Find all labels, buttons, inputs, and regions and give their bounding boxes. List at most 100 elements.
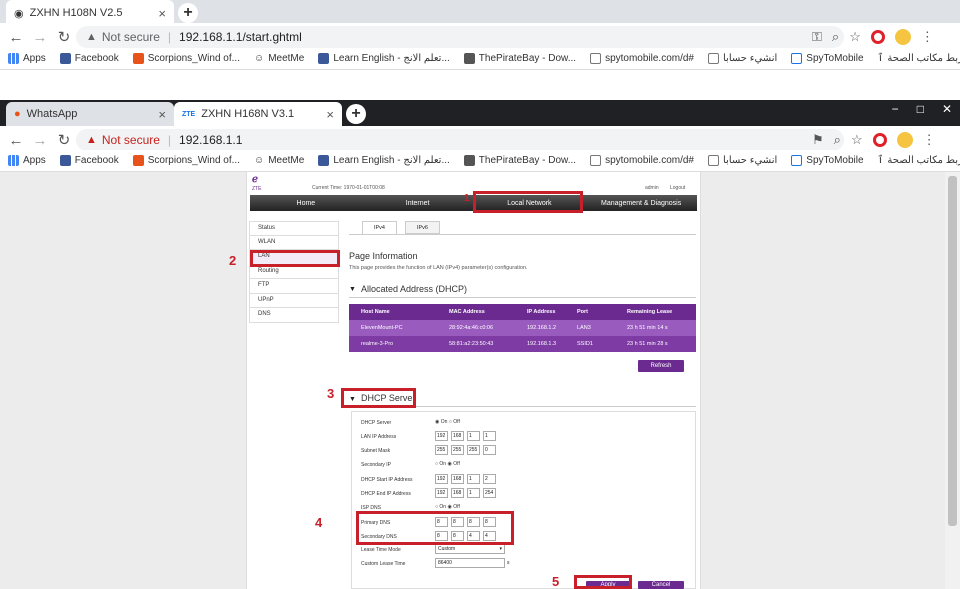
end-ip-input[interactable]: 192 168 1 254 <box>435 488 496 498</box>
close-icon[interactable]: × <box>158 107 166 122</box>
nav-management[interactable]: Management & Diagnosis <box>585 200 697 207</box>
reload-icon[interactable]: ↻ <box>52 131 76 149</box>
back-icon[interactable]: ← <box>4 132 28 149</box>
zoom-icon[interactable]: ⌕ <box>834 132 841 148</box>
tab-whatsapp[interactable]: ● WhatsApp × <box>6 102 174 126</box>
emoji-icon[interactable] <box>894 29 911 45</box>
zoom-icon[interactable]: ⌕ <box>832 29 839 45</box>
bookmark-arabic-account[interactable]: انشيء حسابا <box>708 155 777 166</box>
star-icon[interactable]: ☆ <box>849 29 861 45</box>
start-ip-input[interactable]: 192 168 1 2 <box>435 474 496 484</box>
sidebar-item-ftp[interactable]: FTP <box>249 279 339 294</box>
url-text: 192.168.1.1 <box>179 133 243 147</box>
forward-icon[interactable]: → <box>28 132 52 149</box>
facebook-icon <box>318 155 330 166</box>
bookmark-scorpions[interactable]: Scorpions_Wind of... <box>132 53 240 64</box>
tab-ipv6[interactable]: IPv6 <box>405 221 440 234</box>
facebook-icon <box>318 53 330 64</box>
bookmark-facebook[interactable]: Facebook <box>59 155 119 166</box>
opera-icon[interactable] <box>872 133 887 147</box>
custom-lease-label: Custom Lease Time <box>361 561 406 567</box>
annotation-box-2 <box>250 250 340 267</box>
bookmark-arabic-health[interactable]: ٱ ربط مكاتب الصحة <box>878 155 960 166</box>
sidebar-item-wlan[interactable]: WLAN <box>249 235 339 250</box>
emoji-icon[interactable] <box>896 132 913 148</box>
address-bar[interactable]: ▲ Not secure | 192.168.1.1 <box>76 129 844 151</box>
bookmark-spytomobile[interactable]: SpyToMobile <box>791 53 864 64</box>
lease-mode-select[interactable]: Custom ▾ <box>435 544 505 554</box>
translate-icon[interactable]: ⚑ <box>812 132 824 148</box>
divider <box>349 297 696 298</box>
bookmark-scorpions[interactable]: Scorpions_Wind of... <box>132 155 240 166</box>
bookmark-piratebay[interactable]: ThePirateBay - Dow... <box>463 155 576 166</box>
forward-icon[interactable]: → <box>28 29 52 46</box>
tab-ipv4[interactable]: IPv4 <box>362 221 397 234</box>
security-label: Not secure <box>101 133 160 147</box>
isp-dns-radio[interactable]: ○ On ◉ Off <box>435 504 460 510</box>
key-icon[interactable]: ⚿ <box>812 29 822 45</box>
browser2-tabstrip: ● WhatsApp × ZTE ZXHN H168N V3.1 × + − □… <box>0 100 960 126</box>
logout-link[interactable]: Logout <box>670 185 685 191</box>
address-bar[interactable]: ▲ Not secure | 192.168.1.1/start.ghtml <box>76 26 844 48</box>
back-icon[interactable]: ← <box>4 29 28 46</box>
lan-ip-input[interactable]: 192 168 1 1 <box>435 431 496 441</box>
scrollbar[interactable] <box>945 172 960 589</box>
close-window-icon[interactable]: ✕ <box>942 102 952 116</box>
annotation-box-4 <box>356 511 514 545</box>
bookmark-learn-english[interactable]: Learn English - تعلم الانج... <box>318 155 450 166</box>
scrollbar-thumb[interactable] <box>948 176 957 526</box>
zte-logo: ℯ <box>252 174 258 185</box>
sidebar-item-dns[interactable]: DNS <box>249 308 339 323</box>
logo-text: ZTE <box>252 186 262 192</box>
sidebar-item-upnp[interactable]: UPnP <box>249 293 339 308</box>
cancel-button[interactable]: Cancel <box>638 581 684 589</box>
sidebar-item-status[interactable]: Status <box>249 221 339 236</box>
nav-home[interactable]: Home <box>250 200 362 207</box>
new-tab-button[interactable]: + <box>346 104 366 124</box>
refresh-button[interactable]: Refresh <box>638 360 684 372</box>
bookmark-meetme[interactable]: ☺ MeetMe <box>254 53 304 64</box>
spacer <box>0 70 960 100</box>
lease-mode-label: Lease Time Mode <box>361 547 401 553</box>
bookmark-arabic-account[interactable]: انشيء حسابا <box>708 53 777 64</box>
bookmark-spytomobile-d[interactable]: spytomobile.com/d# <box>590 53 694 64</box>
dhcp-server-radio[interactable]: ◉ On ○ Off <box>435 419 460 425</box>
lease-unit: s <box>507 560 510 566</box>
bookmark-apps[interactable]: Apps <box>8 155 46 166</box>
secondary-ip-radio[interactable]: ○ On ◉ Off <box>435 461 460 467</box>
ship-icon <box>463 53 475 64</box>
menu-icon[interactable]: ⋮ <box>921 29 934 45</box>
bookmark-glyph-icon: ٱ <box>877 53 884 64</box>
close-icon[interactable]: × <box>326 107 334 122</box>
maximize-icon[interactable]: □ <box>917 102 924 116</box>
minimize-icon[interactable]: − <box>892 102 899 116</box>
s-icon <box>791 155 803 166</box>
subnet-input[interactable]: 255 255 255 0 <box>435 445 496 455</box>
bookmark-apps[interactable]: Apps <box>8 53 46 64</box>
close-icon[interactable]: × <box>158 6 166 21</box>
allocated-title[interactable]: Allocated Address (DHCP) <box>361 284 467 294</box>
dhcp-server-label: DHCP Server <box>361 420 392 426</box>
bookmark-piratebay[interactable]: ThePirateBay - Dow... <box>463 53 576 64</box>
tab-zxhn[interactable]: ZTE ZXHN H168N V3.1 × <box>174 102 342 126</box>
menu-icon[interactable]: ⋮ <box>923 132 936 148</box>
opera-icon[interactable] <box>870 30 885 44</box>
warning-icon: ▲ <box>86 31 97 43</box>
star-icon[interactable]: ☆ <box>851 132 863 148</box>
custom-lease-input[interactable]: 86400 <box>435 558 505 568</box>
bookmark-spytomobile-d[interactable]: spytomobile.com/d# <box>590 155 694 166</box>
bookmark-facebook[interactable]: Facebook <box>59 53 119 64</box>
page-info-desc: This page provides the function of LAN (… <box>349 265 528 271</box>
bookmark-meetme[interactable]: ☺ MeetMe <box>254 155 304 166</box>
warning-icon: ▲ <box>86 134 97 146</box>
new-tab-button[interactable]: + <box>178 3 198 23</box>
bookmark-learn-english[interactable]: Learn English - تعلم الانج... <box>318 53 450 64</box>
apps-icon <box>8 155 19 166</box>
bookmark-spytomobile[interactable]: SpyToMobile <box>791 155 864 166</box>
annotation-box-5 <box>574 575 632 589</box>
nav-internet[interactable]: Internet <box>362 200 474 207</box>
bookmark-arabic-health[interactable]: ٱ ربط مكاتب الصحة <box>878 53 960 64</box>
reload-icon[interactable]: ↻ <box>52 28 76 46</box>
whatsapp-icon: ● <box>14 108 21 120</box>
page-margin-left <box>0 172 246 589</box>
